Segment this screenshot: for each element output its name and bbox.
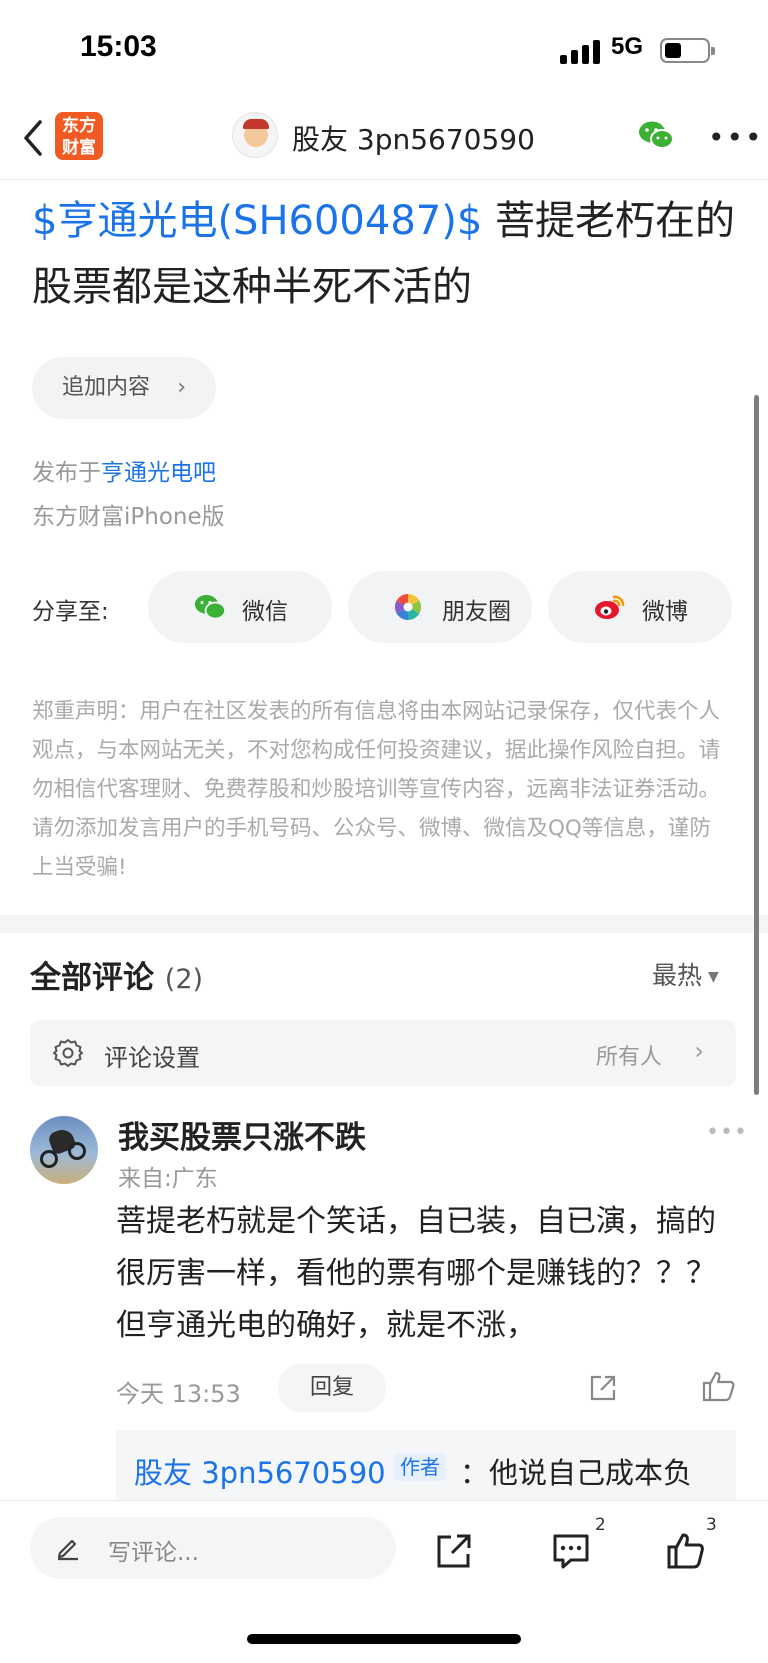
commenter-avatar[interactable]	[30, 1116, 98, 1184]
caret-down-icon: ▼	[708, 969, 719, 985]
sub-reply-author[interactable]: 股友 3pn5670590	[134, 1450, 386, 1492]
published-in: 发布于亨通光电吧	[32, 453, 216, 487]
signal-icon	[560, 40, 602, 64]
moments-icon	[394, 593, 426, 621]
commenter-location: 来自:广东	[118, 1166, 218, 1192]
comment-icon[interactable]	[551, 1531, 591, 1571]
write-comment-input[interactable]: 写评论...	[30, 1517, 396, 1579]
comment-count-badge: 2	[595, 1515, 606, 1535]
app-logo-line2: 财富	[62, 138, 96, 158]
nav-title[interactable]: 股友 3pn5670590	[292, 118, 535, 158]
battery-icon	[660, 38, 715, 63]
comment-text: 菩提老朽就是个笑话，自已装，自已演，搞的很厉害一样，看他的票有哪个是赚钱的？？？…	[116, 1204, 716, 1343]
comment-settings-row[interactable]: 评论设置 所有人 ›	[30, 1020, 736, 1086]
section-divider	[0, 915, 768, 933]
bar-link[interactable]: 亨通光电吧	[101, 460, 216, 486]
published-prefix: 发布于	[32, 460, 101, 486]
disclaimer: 郑重声明：用户在社区发表的所有信息将由本网站记录保存，仅代表个人观点，与本网站无…	[32, 699, 721, 880]
share-moments-label: 朋友圈	[442, 599, 511, 625]
append-content-label: 追加内容	[62, 375, 151, 400]
post-device: 东方财富iPhone版	[32, 504, 225, 530]
comments-title: 全部评论 (2)	[30, 952, 203, 997]
stock-link[interactable]: $亨通光电(SH600487)$	[32, 198, 482, 244]
append-content-button[interactable]: 追加内容 ›	[32, 357, 216, 419]
app-logo-line1: 东方	[62, 116, 96, 136]
wechat-icon	[194, 593, 226, 621]
network-type: 5G	[611, 33, 644, 60]
comment-settings-value: 所有人	[595, 1045, 662, 1070]
share-moments-button[interactable]: 朋友圈	[348, 571, 532, 643]
comments-count: (2)	[164, 964, 204, 995]
home-indicator	[247, 1634, 521, 1644]
sub-reply-separator: ：	[460, 1456, 490, 1490]
share-icon[interactable]	[434, 1531, 474, 1571]
pen-icon	[54, 1533, 82, 1561]
sub-reply-body: 他说自己成本负	[489, 1456, 693, 1490]
comments-title-text: 全部评论	[30, 960, 154, 996]
share-label: 分享至:	[32, 599, 109, 625]
commenter-name[interactable]: 我买股票只涨不跌	[118, 1112, 366, 1157]
gear-icon	[52, 1037, 84, 1069]
post-content: $亨通光电(SH600487)$ 菩提老朽在的股票都是这种半死不活的	[32, 188, 742, 320]
wechat-share-icon[interactable]	[638, 120, 674, 150]
chevron-right-icon: ›	[177, 375, 186, 400]
back-button[interactable]	[18, 118, 48, 158]
comment-share-icon[interactable]	[588, 1373, 618, 1403]
sub-reply-text: ：他说自己成本负	[460, 1450, 692, 1492]
author-avatar[interactable]	[232, 112, 278, 158]
share-weibo-button[interactable]: 微博	[548, 571, 732, 643]
comment-more-icon[interactable]: •••	[706, 1120, 748, 1145]
like-count-badge: 3	[706, 1515, 717, 1535]
sort-dropdown[interactable]: 最热 ▼	[652, 956, 719, 992]
status-time: 15:03	[80, 30, 157, 63]
app-logo[interactable]: 东方 财富	[55, 112, 103, 160]
status-bar: 15:03 5G	[0, 0, 768, 100]
chevron-right-icon: ›	[694, 1037, 704, 1065]
reply-button[interactable]: 回复	[278, 1364, 386, 1412]
share-wechat-button[interactable]: 微信	[148, 571, 332, 643]
comment-settings-label: 评论设置	[104, 1044, 200, 1072]
weibo-icon	[594, 593, 626, 621]
share-wechat-label: 微信	[242, 599, 288, 625]
comment-like-icon[interactable]	[702, 1370, 736, 1402]
share-weibo-label: 微博	[642, 599, 688, 625]
comment-time: 今天 13:53	[116, 1380, 241, 1408]
more-icon[interactable]: •••	[708, 124, 764, 152]
sub-reply[interactable]: 股友 3pn5670590 作者 ：他说自己成本负	[116, 1430, 736, 1508]
author-badge: 作者	[394, 1453, 446, 1481]
like-icon[interactable]	[666, 1531, 706, 1571]
scrollbar[interactable]	[754, 395, 759, 1095]
write-comment-placeholder: 写评论...	[108, 1540, 199, 1566]
bottom-bar: 写评论... 2 3	[0, 1500, 768, 1663]
nav-bar: 东方 财富 股友 3pn5670590 •••	[0, 100, 768, 180]
sort-label: 最热	[652, 961, 703, 990]
